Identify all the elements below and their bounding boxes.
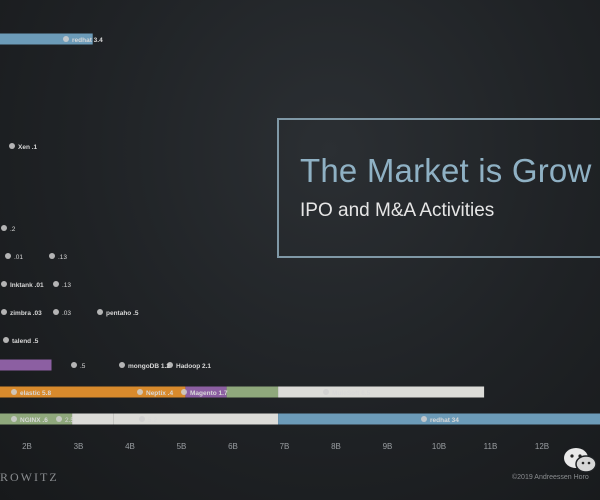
generic-logo [53, 309, 59, 315]
bar-data-label: MuleSoft 6.5 [332, 390, 371, 397]
x-tick-label: 12B [535, 442, 549, 451]
generic-logo [5, 253, 11, 259]
bar-data-label: pentaho .5 [106, 310, 139, 317]
mongodb-logo [119, 362, 125, 368]
bar-data-label: redhat 34 [430, 417, 459, 424]
x-tick-label: 11B [484, 442, 498, 451]
brand-footer: ROWITZ [0, 470, 59, 484]
x-tick-label: 4B [125, 442, 135, 451]
bar-segment [226, 386, 279, 398]
x-tick-label: 10B [432, 442, 446, 451]
bar [0, 359, 52, 371]
callout-subtitle: IPO and M&A Activities [300, 200, 495, 221]
bar-data-label: elastic 5.8 [20, 390, 51, 397]
bar-segment [113, 413, 279, 425]
x-tick-label: 7B [280, 442, 290, 451]
bar-data-label: 5.2 [148, 417, 157, 424]
bar-data-label: mongoDB 1.2 [128, 363, 170, 370]
wechat-icon [564, 448, 597, 473]
x-tick-label: 6B [228, 442, 238, 451]
bar-data-label: .03 [62, 310, 71, 317]
x-tick-label: 2B [22, 442, 32, 451]
elastic-logo [11, 389, 17, 395]
xen-logo [9, 143, 15, 149]
inktank-logo [1, 281, 7, 287]
generic-logo [137, 389, 143, 395]
redhat-logo [421, 416, 427, 422]
hadoop-logo [167, 362, 173, 368]
x-tick-label: 8B [331, 442, 341, 451]
zimbra-logo [1, 309, 7, 315]
bar-segment [278, 386, 485, 398]
generic-logo [53, 281, 59, 287]
bar-data-label: Hadoop 2.1 [176, 363, 211, 370]
pentaho-logo [97, 309, 103, 315]
bar-data-label: .2 [10, 226, 16, 233]
bar-data-label: 2.5 [65, 417, 74, 424]
bar-data-label: .5 [80, 363, 86, 370]
bar-data-label: Xen .1 [18, 144, 38, 151]
bar-data-label: NGINX .6 [20, 417, 48, 424]
bar-data-label: .01 [14, 254, 23, 261]
bar-data-label: redhat 3.4 [72, 37, 103, 44]
generic-logo [56, 416, 62, 422]
bar-data-label: Magento 1.7 [190, 390, 228, 397]
bar-data-label: zimbra .03 [10, 310, 42, 317]
redhat-logo [63, 36, 69, 42]
bar-data-label: talend .5 [12, 338, 39, 345]
bar-data-label: Inktank .01 [10, 282, 44, 289]
generic-logo [71, 362, 77, 368]
talend-logo [3, 337, 9, 343]
callout-title: The Market is Grow [300, 152, 592, 189]
mulesoft-logo [323, 389, 329, 395]
x-tick-label: 5B [177, 442, 187, 451]
cloud-logo [1, 225, 7, 231]
bar-data-label: .13 [58, 254, 67, 261]
x-tick-label: 3B [74, 442, 84, 451]
generic-logo [139, 416, 145, 422]
x-tick-label: 9B [383, 442, 393, 451]
bar-segment [72, 413, 114, 425]
bar-data-label: Neptix .4 [146, 390, 173, 397]
bar-data-label: .13 [62, 282, 71, 289]
magento-logo [181, 389, 187, 395]
nginx-logo [11, 416, 17, 422]
generic-logo [49, 253, 55, 259]
